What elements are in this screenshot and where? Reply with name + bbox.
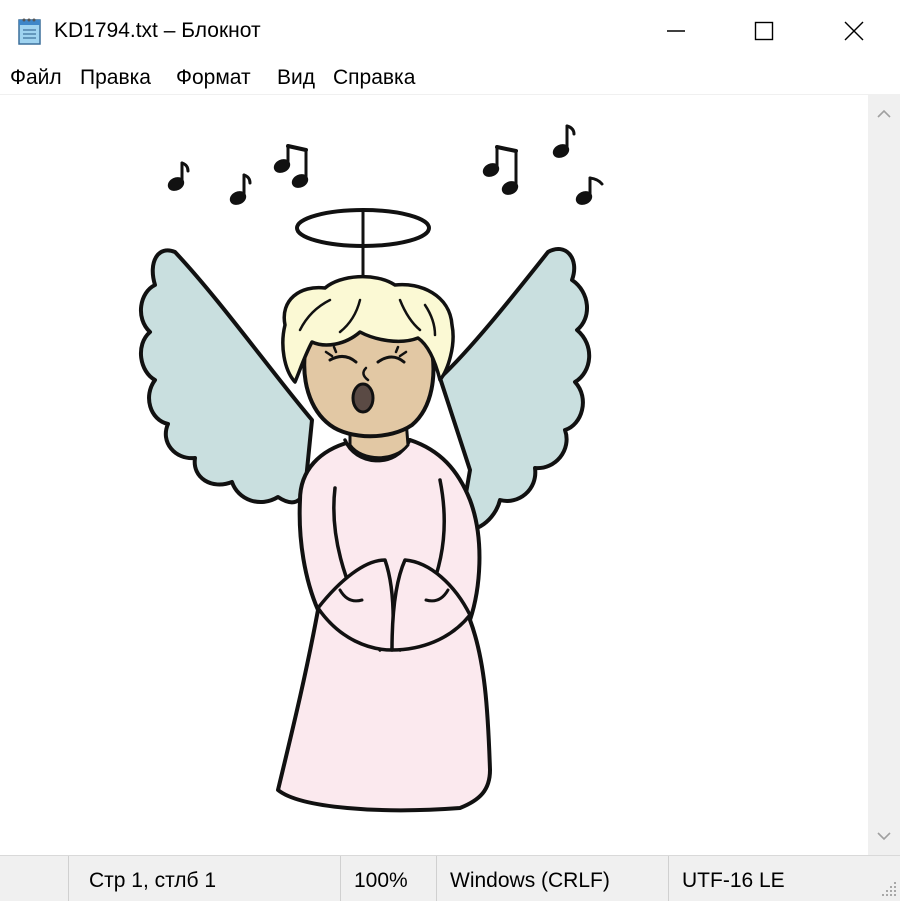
menu-help[interactable]: Справка xyxy=(333,65,415,91)
maximize-button[interactable] xyxy=(718,0,810,62)
maximize-icon xyxy=(754,21,774,41)
minimize-icon xyxy=(667,30,685,32)
vertical-scrollbar[interactable] xyxy=(868,95,900,855)
menu-edit[interactable]: Правка xyxy=(80,65,151,91)
menu-format[interactable]: Формат xyxy=(176,65,251,91)
menu-file[interactable]: Файл xyxy=(10,65,62,91)
menu-bar: Файл Правка Формат Вид Справка xyxy=(0,62,900,95)
status-separator xyxy=(340,856,341,901)
status-separator xyxy=(68,856,69,901)
status-cursor-position: Стр 1, стлб 1 xyxy=(89,869,217,892)
title-bar[interactable]: KD1794.txt – Блокнот xyxy=(0,0,900,62)
scroll-up-arrow-icon[interactable] xyxy=(876,107,892,121)
close-icon xyxy=(844,21,864,41)
scroll-down-arrow-icon[interactable] xyxy=(876,829,892,843)
editor-text-area[interactable] xyxy=(0,95,868,855)
resize-grip-icon[interactable] xyxy=(880,880,898,898)
menu-view[interactable]: Вид xyxy=(277,65,315,91)
close-button[interactable] xyxy=(808,0,900,62)
window-title: KD1794.txt – Блокнот xyxy=(54,19,261,42)
singing-angel-illustration xyxy=(138,124,604,813)
left-wing xyxy=(138,248,314,505)
notepad-app-icon xyxy=(18,18,41,45)
status-encoding: UTF-16 LE xyxy=(682,869,785,892)
status-line-ending: Windows (CRLF) xyxy=(450,869,610,892)
music-notes-icon xyxy=(167,124,604,205)
status-zoom: 100% xyxy=(354,869,408,892)
status-bar: Стр 1, стлб 1 100% Windows (CRLF) UTF-16… xyxy=(0,855,900,901)
status-separator xyxy=(668,856,669,901)
minimize-button[interactable] xyxy=(630,0,722,62)
status-separator xyxy=(436,856,437,901)
